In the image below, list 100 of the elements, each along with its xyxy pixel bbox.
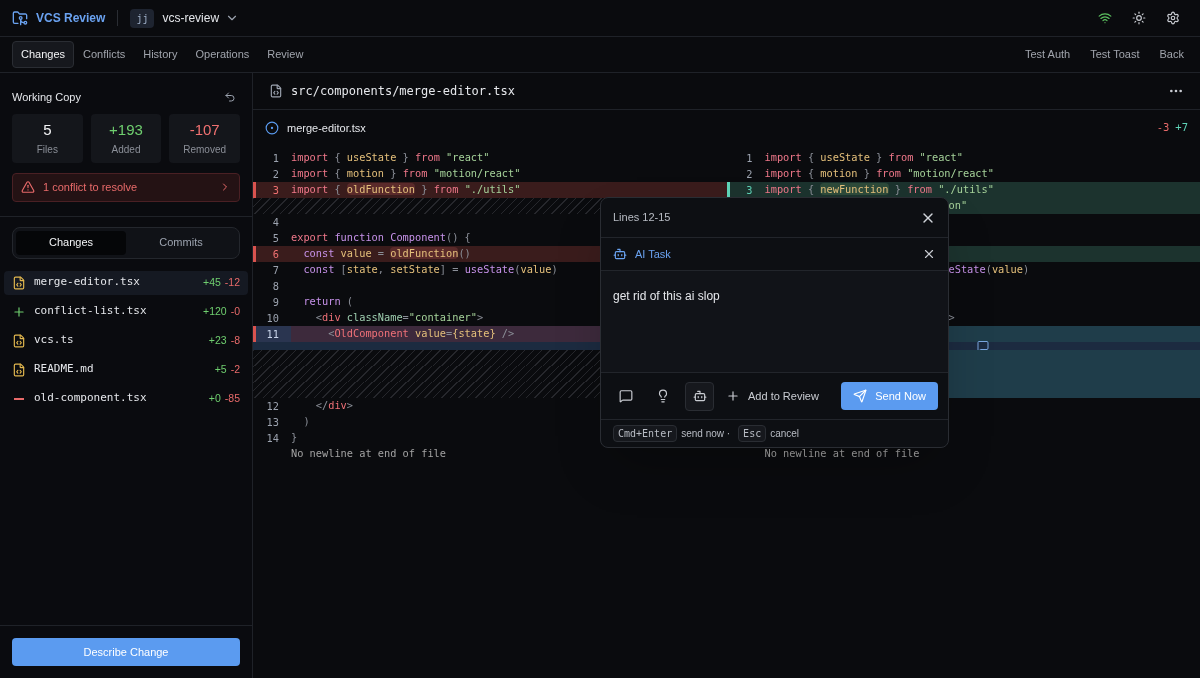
- added-count: +0: [208, 390, 221, 406]
- line-number: 7: [271, 263, 280, 278]
- stat-value: +193: [109, 120, 143, 141]
- add-to-review-button[interactable]: Add to Review: [722, 387, 823, 405]
- code-line: <OldComponent value={state} />: [327, 326, 515, 342]
- line-number: 9: [271, 295, 280, 310]
- nav-tab[interactable]: Operations: [186, 41, 259, 68]
- no-newline-note: No newline at end of file: [291, 446, 446, 462]
- undo-icon[interactable]: [224, 91, 236, 104]
- segment-tab[interactable]: Changes: [16, 230, 126, 255]
- shortcut-key: Cmd+Enter: [613, 425, 678, 442]
- added-count: +120: [203, 303, 227, 319]
- send-icon: [853, 389, 868, 403]
- robot-icon: [692, 389, 707, 403]
- code-line: import { motion } from "motion/react": [764, 166, 994, 182]
- file-status-icon: [265, 121, 279, 135]
- task-input[interactable]: get rid of this ai slop: [601, 271, 948, 373]
- added-count: +23: [208, 332, 227, 348]
- file-code-icon: [12, 333, 26, 348]
- stat-value: 5: [43, 120, 52, 141]
- line-number: 10: [265, 311, 280, 326]
- shortcut-key: Esc: [738, 425, 767, 442]
- code-line: import { motion } from "motion/react": [291, 166, 521, 182]
- file-name: old-component.tsx: [34, 390, 147, 407]
- plus-icon: [12, 304, 26, 319]
- file-icon: [269, 84, 283, 98]
- line-number: 3: [745, 183, 754, 198]
- file-name: README.md: [34, 361, 94, 378]
- file-name: vcs.ts: [34, 332, 74, 349]
- nav-tab[interactable]: Review: [258, 41, 313, 68]
- line-number: 8: [271, 279, 280, 294]
- stat-label: Files: [36, 142, 58, 157]
- added-count: +7: [1175, 120, 1188, 136]
- app-title: VCS Review: [36, 10, 106, 27]
- no-newline-note: No newline at end of file: [764, 446, 920, 462]
- stat-value: -107: [189, 120, 220, 141]
- file-item[interactable]: merge-editor.tsx +45 -12: [4, 270, 248, 295]
- app-logo-icon: [12, 10, 28, 26]
- minus-icon: [14, 397, 24, 400]
- added-count: +5: [214, 361, 227, 377]
- line-number: 5: [271, 231, 280, 246]
- line-number: 13: [265, 415, 280, 430]
- removed-count: -8: [230, 332, 240, 348]
- code-line: import { useState } from "react": [291, 150, 490, 166]
- close-icon[interactable]: [922, 247, 936, 261]
- code-line: return (: [302, 294, 353, 310]
- line-number: 2: [745, 167, 754, 182]
- file-code-icon: [12, 362, 26, 377]
- stat-label: Removed: [183, 142, 227, 157]
- removed-count: -85: [224, 390, 240, 406]
- popup-title: Lines 12-15: [613, 210, 671, 226]
- code-line: <div className="container">: [314, 310, 484, 326]
- line-number: 14: [265, 431, 280, 446]
- line-number: 3: [271, 183, 280, 198]
- file-item[interactable]: old-component.tsx +0 -85: [4, 386, 248, 411]
- plus-icon: [726, 389, 740, 403]
- file-code-icon: [12, 275, 26, 290]
- shortcut-hint: send now ·: [681, 427, 731, 441]
- added-count: +45: [203, 274, 221, 290]
- code-line: ): [302, 414, 310, 430]
- line-number: 2: [271, 167, 280, 182]
- segment-tab[interactable]: Commits: [126, 230, 236, 255]
- vcs-badge: jj: [130, 8, 155, 28]
- code-line: export function Component() {: [291, 230, 471, 246]
- code-line: </div>: [314, 398, 353, 414]
- file-name: conflict-list.tsx: [34, 303, 147, 320]
- settings-icon[interactable]: [1166, 11, 1180, 25]
- line-number: 1: [271, 151, 280, 166]
- robot-icon: [613, 247, 627, 261]
- file-name: merge-editor.tsx: [34, 274, 140, 291]
- stat-label: Added: [111, 142, 141, 157]
- code-line: on": [948, 198, 968, 214]
- section-title: Working Copy: [12, 90, 81, 105]
- line-number: 12: [265, 399, 280, 414]
- nav-tab[interactable]: History: [134, 41, 187, 68]
- comment-icon[interactable]: [976, 340, 989, 352]
- conflict-alert[interactable]: 1 conflict to resolve: [12, 172, 240, 202]
- line-number: 1: [745, 151, 754, 166]
- file-item[interactable]: conflict-list.tsx +120 -0: [4, 299, 248, 324]
- code-line: }: [291, 430, 298, 446]
- file-item[interactable]: vcs.ts +23 -8: [4, 328, 248, 353]
- line-number: 4: [271, 215, 280, 230]
- nav-link[interactable]: Back: [1155, 46, 1188, 63]
- nav-tab[interactable]: Changes: [12, 41, 75, 68]
- nav-link[interactable]: Test Toast: [1086, 46, 1144, 63]
- nav-tab[interactable]: Conflicts: [74, 41, 135, 68]
- task-label: AI Task: [635, 246, 671, 262]
- removed-count: -2: [230, 361, 240, 377]
- nav-link[interactable]: Test Auth: [1020, 46, 1075, 63]
- file-item[interactable]: README.md +5 -2: [4, 357, 248, 382]
- line-number: 6: [271, 247, 280, 262]
- theme-icon[interactable]: [1132, 11, 1146, 25]
- code-line: import { oldFunction } from "./utils": [291, 182, 521, 198]
- code-line: eState(value): [948, 262, 1030, 278]
- code-line: const [state, setState] = useState(value): [302, 262, 558, 278]
- file-path: src/components/merge-editor.tsx: [291, 83, 515, 100]
- comment-icon: [618, 389, 633, 403]
- code-line: import { newFunction } from "./utils": [764, 182, 994, 198]
- repo-selector[interactable]: vcs-review: [162, 9, 240, 27]
- robot-button[interactable]: [685, 381, 714, 411]
